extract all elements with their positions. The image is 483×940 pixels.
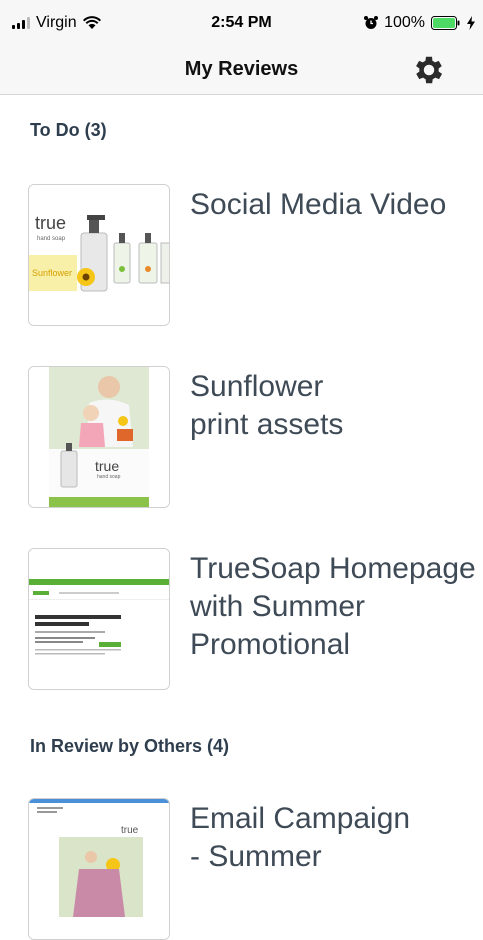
review-title: Email Campaign - Summer bbox=[190, 802, 411, 873]
review-thumbnail: true hand soap bbox=[28, 366, 170, 508]
battery-percent: 100% bbox=[384, 14, 425, 31]
review-item[interactable]: true hand soap Sunflower Social Media Vi… bbox=[28, 184, 483, 326]
battery-group: 100% bbox=[364, 14, 475, 32]
review-item[interactable]: TrueSoap Homepage with Summer Promotiona… bbox=[28, 548, 483, 690]
review-title: TrueSoap Homepage with Summer Promotiona… bbox=[190, 552, 476, 661]
battery-icon bbox=[431, 16, 460, 30]
charging-icon bbox=[467, 16, 475, 30]
section-header-in-review: In Review by Others (4) bbox=[30, 736, 230, 756]
review-item[interactable]: true hand soap Sunflower print assets bbox=[28, 366, 483, 508]
review-title: Sunflower print assets bbox=[190, 370, 344, 441]
review-title: Social Media Video bbox=[190, 188, 447, 221]
thumb-sub: hand soap bbox=[97, 474, 121, 480]
alarm-icon bbox=[364, 16, 379, 29]
section-header-todo: To Do (3) bbox=[30, 120, 107, 140]
thumb-sub: hand soap bbox=[37, 236, 66, 242]
thumb-brand: true bbox=[35, 213, 66, 233]
thumb-brand: true bbox=[95, 458, 119, 474]
review-thumbnail: true bbox=[28, 798, 170, 940]
nav-bar: My Reviews bbox=[0, 44, 483, 95]
thumb-label: Sunflower bbox=[32, 268, 72, 278]
thumb-brand: true bbox=[121, 825, 139, 836]
gear-icon[interactable] bbox=[411, 52, 447, 88]
review-thumbnail: true hand soap Sunflower bbox=[28, 184, 170, 326]
status-bar: Virgin 2:54 PM 100% bbox=[0, 0, 483, 44]
review-thumbnail bbox=[28, 548, 170, 690]
review-item[interactable]: true Email Campaign - Summer bbox=[28, 798, 483, 940]
